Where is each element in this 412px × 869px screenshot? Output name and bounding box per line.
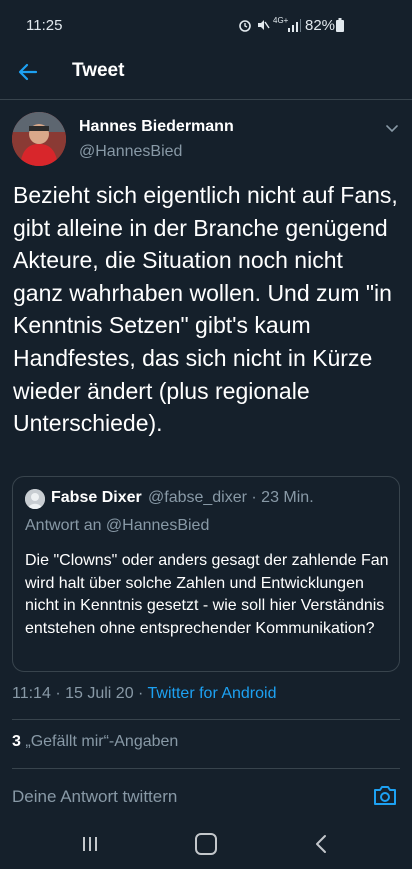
quoted-tweet[interactable]: Fabse Dixer @fabse_dixer · 23 Min. Antwo… — [12, 476, 400, 672]
meta-divider — [12, 719, 400, 720]
tweet-date: 15 Juli 20 — [65, 685, 134, 702]
quoted-author-name: Fabse Dixer — [51, 489, 142, 506]
like-label: „Gefällt mir“-Angaben — [25, 733, 179, 750]
author-handle[interactable]: @HannesBied — [79, 143, 182, 161]
tweet-meta: 11:14 · 15 Juli 20 · Twitter for Android — [12, 685, 276, 703]
signal-icon — [288, 19, 301, 32]
header-divider — [0, 99, 412, 100]
home-icon[interactable] — [195, 833, 217, 855]
system-nav-bar — [0, 820, 412, 869]
quoted-author-avatar — [25, 489, 45, 509]
page-title: Tweet — [72, 60, 125, 81]
mute-icon — [258, 20, 270, 30]
likes-row[interactable]: 3 „Gefällt mir“-Angaben — [12, 733, 178, 751]
meta-separator: · — [55, 685, 66, 702]
reply-bar[interactable]: Deine Antwort twittern — [0, 771, 412, 825]
quoted-author-handle: @fabse_dixer · 23 Min. — [148, 489, 314, 506]
author-avatar[interactable] — [12, 112, 66, 166]
tweet-time: 11:14 — [12, 685, 51, 702]
meta-separator: · — [138, 685, 148, 702]
back-arrow-icon[interactable] — [16, 60, 40, 84]
chevron-down-icon[interactable] — [384, 120, 400, 136]
like-count: 3 — [12, 733, 21, 750]
alarm-icon — [239, 20, 251, 32]
nav-back-icon[interactable] — [314, 834, 328, 854]
recent-apps-icon[interactable] — [80, 836, 100, 852]
battery-level: 82% — [305, 17, 336, 34]
top-app-bar: Tweet — [0, 52, 412, 92]
tweet-text: Bezieht sich eigentlich nicht auf Fans, … — [13, 182, 398, 437]
status-time: 11:25 — [26, 17, 63, 34]
tweet-source-link[interactable]: Twitter for Android — [148, 685, 277, 702]
likes-divider — [12, 768, 400, 769]
camera-icon[interactable] — [372, 783, 398, 807]
quoted-tweet-text: Die "Clowns" oder anders gesagt der zahl… — [25, 552, 389, 637]
battery-icon — [336, 18, 344, 32]
quoted-reply-to: Antwort an @HannesBied — [25, 517, 210, 534]
status-bar: 11:25 4G+ 82% — [0, 0, 412, 52]
author-name[interactable]: Hannes Biedermann — [79, 118, 234, 136]
reply-input[interactable]: Deine Antwort twittern — [12, 787, 177, 807]
